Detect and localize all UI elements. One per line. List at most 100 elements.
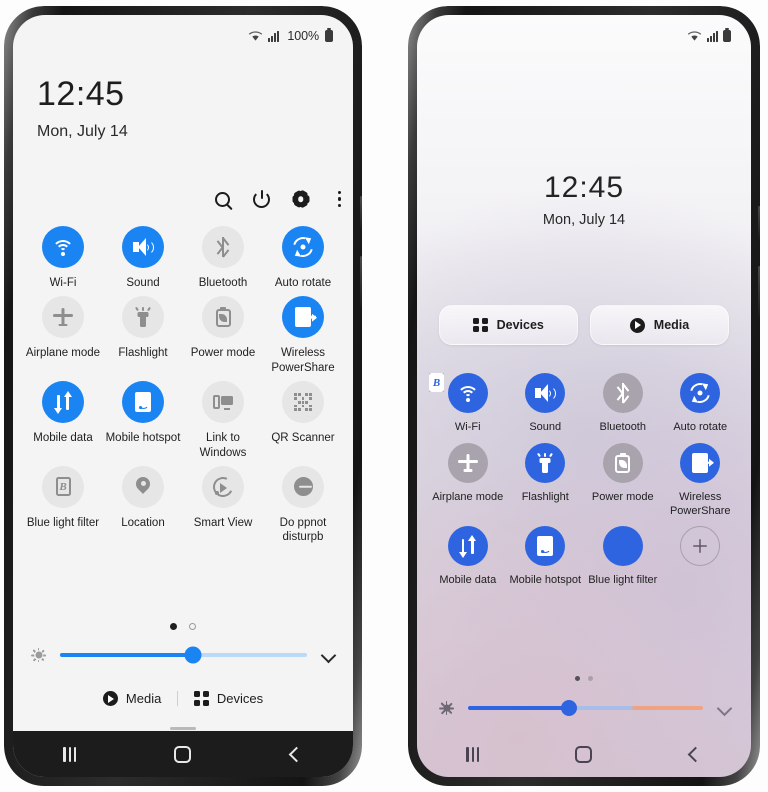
play-circle-icon <box>629 317 645 333</box>
media-button[interactable]: Media <box>102 691 161 706</box>
clock-block: 12:45 Mon, July 14 <box>417 173 751 229</box>
toggle-label: QR Scanner <box>271 432 335 445</box>
panel-drag-handle[interactable] <box>170 727 196 730</box>
toggle-sound[interactable]: Sound <box>507 373 585 435</box>
chevron-down-icon[interactable] <box>717 700 733 716</box>
more-options-button[interactable] <box>320 182 353 216</box>
blue-light-filter-icon: B <box>55 477 71 497</box>
brightness-slider-row <box>439 700 733 716</box>
media-label: Media <box>653 318 690 332</box>
phone-right: 12:45 Mon, July 14 Devices Media Wi-Fi S… <box>408 6 760 786</box>
toggle-sound[interactable]: Sound <box>103 226 183 290</box>
mobile-hotspot-icon <box>135 392 151 413</box>
panel-footer: Media Devices <box>13 691 353 706</box>
back-button[interactable] <box>667 735 723 773</box>
toggle-link-to-windows[interactable]: Link to Windows <box>183 381 263 460</box>
recents-button[interactable] <box>42 735 98 773</box>
toggle-do-not-disturb[interactable]: Do ppnot disturpb <box>263 465 343 545</box>
toggle-smart-view[interactable]: Smart View <box>183 465 263 545</box>
toggle-location[interactable]: Location <box>103 465 183 545</box>
add-toggle-button[interactable] <box>680 526 721 567</box>
devices-label: Devices <box>216 691 264 706</box>
navigation-bar <box>13 731 353 777</box>
toggle-airplane-mode[interactable]: Airplane mode <box>23 296 103 375</box>
search-button[interactable] <box>203 182 242 216</box>
clock-block: 12:45 Mon, July 14 <box>37 77 128 141</box>
volume-button[interactable] <box>758 206 760 240</box>
page-dot-active[interactable] <box>170 623 177 630</box>
status-bar <box>417 15 751 57</box>
power-side-button[interactable] <box>758 266 760 318</box>
toggle-auto-rotate[interactable]: Auto rotate <box>662 373 740 435</box>
toggle-flashlight[interactable]: Flashlight <box>507 442 585 519</box>
toggle-label: Bluetooth <box>599 421 646 433</box>
power-icon <box>253 190 270 208</box>
toggle-mobile-hotspot[interactable]: Mobile hotspot <box>103 381 183 460</box>
toggle-wireless-powershare[interactable]: Wireless PowerShare <box>263 296 343 375</box>
toggle-circle <box>602 442 643 483</box>
toggle-circle <box>42 381 84 424</box>
navigation-bar <box>417 731 751 777</box>
toggle-circle <box>447 526 488 567</box>
brightness-knob[interactable] <box>561 700 578 716</box>
toggle-circle <box>447 442 488 483</box>
devices-button[interactable]: Devices <box>194 691 263 706</box>
back-button[interactable] <box>268 735 324 773</box>
toggle-circle <box>525 442 566 483</box>
toggle-label: Mobile hotspot <box>105 432 181 445</box>
mobile-data-icon <box>459 536 477 556</box>
home-button[interactable] <box>155 735 211 773</box>
page-indicator[interactable] <box>417 676 751 681</box>
power-side-button[interactable] <box>360 256 362 308</box>
toggle-bluetooth[interactable]: Bluetooth <box>584 373 662 435</box>
toggle-bluetooth[interactable]: Bluetooth <box>183 226 263 290</box>
devices-pill[interactable]: Devices <box>439 305 578 345</box>
toggle-power-mode[interactable]: Power mode <box>183 296 263 375</box>
settings-button[interactable] <box>281 182 320 216</box>
toggle-wireless-powershare[interactable]: Wireless PowerShare <box>662 442 740 519</box>
gear-icon <box>292 189 309 209</box>
toggle-circle <box>282 381 324 424</box>
signal-bars-icon <box>707 30 718 42</box>
auto-rotate-icon <box>686 379 714 407</box>
power-button[interactable] <box>242 182 281 216</box>
page-dot-active[interactable] <box>575 676 580 681</box>
toggle-flashlight[interactable]: Flashlight <box>103 296 183 375</box>
page-dot[interactable] <box>588 676 593 681</box>
page-dot[interactable] <box>189 623 196 630</box>
toggle-qr-scanner[interactable]: QR Scanner <box>263 381 343 460</box>
page-indicator[interactable] <box>13 623 353 630</box>
qr-scanner-icon <box>294 393 312 412</box>
wifi-icon <box>52 239 74 256</box>
brightness-track[interactable] <box>468 700 703 716</box>
toggle-blue-light-filter[interactable]: B Blue light filter <box>429 373 662 588</box>
chevron-down-icon[interactable] <box>321 647 337 663</box>
volume-button[interactable] <box>360 196 362 230</box>
link-to-windows-icon <box>213 394 233 411</box>
wifi-icon <box>249 31 263 41</box>
media-pill[interactable]: Media <box>590 305 729 345</box>
search-icon <box>215 191 230 207</box>
toggle-circle <box>42 296 84 339</box>
mobile-hotspot-icon <box>537 536 554 557</box>
brightness-track[interactable] <box>60 646 307 664</box>
wireless-powershare-icon <box>295 307 316 328</box>
brightness-knob[interactable] <box>184 646 202 664</box>
toggle-label: Blue light filter <box>588 574 658 587</box>
toggle-mobile-hotspot[interactable]: Mobile hotspot <box>507 526 585 588</box>
toggle-circle <box>525 526 566 567</box>
toggle-mobile-data[interactable]: Mobile data <box>429 526 507 588</box>
home-button[interactable] <box>556 735 612 773</box>
toggle-mobile-data[interactable]: Mobile data <box>23 381 103 460</box>
power-mode-icon <box>615 452 631 473</box>
battery-full-icon <box>325 30 333 42</box>
toggle-power-mode[interactable]: Power mode <box>584 442 662 519</box>
toggle-label: Wireless PowerShare <box>271 347 335 374</box>
recents-icon <box>466 746 479 762</box>
toggle-airplane-mode[interactable]: Airplane mode <box>429 442 507 519</box>
toggle-auto-rotate[interactable]: Auto rotate <box>263 226 343 290</box>
devices-label: Devices <box>496 318 544 332</box>
toggle-wifi[interactable]: Wi-Fi <box>23 226 103 290</box>
toggle-blue-light-filter[interactable]: B Blue light filter <box>23 465 103 545</box>
recents-button[interactable] <box>445 735 501 773</box>
